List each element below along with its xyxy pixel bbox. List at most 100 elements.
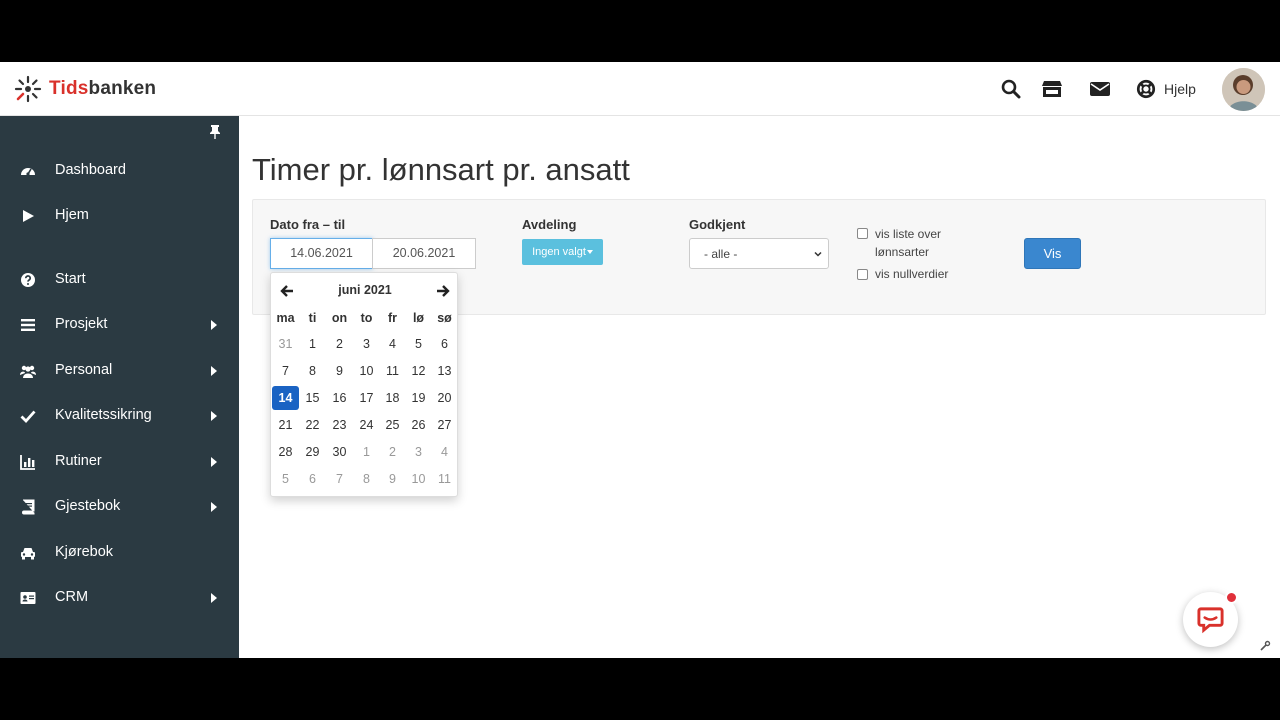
datepicker-day[interactable]: 9 <box>379 467 406 491</box>
datepicker-day[interactable]: 23 <box>326 413 353 437</box>
date-from-input[interactable]: 14.06.2021 <box>270 238 373 269</box>
vis-button[interactable]: Vis <box>1024 238 1081 269</box>
datepicker-day[interactable]: 20 <box>431 386 458 410</box>
store-icon[interactable] <box>1041 79 1063 99</box>
sidebar-item-rutiner[interactable]: Rutiner <box>0 442 239 482</box>
show-null-checkbox[interactable] <box>857 269 868 280</box>
tidsbanken-logo-icon <box>14 75 42 103</box>
datepicker-month[interactable]: juni 2021 <box>311 283 419 297</box>
sidebar-item-crm[interactable]: CRM <box>0 578 239 618</box>
datepicker-day[interactable]: 11 <box>379 359 406 383</box>
avdeling-value: Ingen valgt <box>532 246 586 258</box>
sidebar-item-gjestebok[interactable]: Gjestebok <box>0 487 239 527</box>
pin-icon[interactable] <box>208 124 222 140</box>
datepicker-day[interactable]: 24 <box>353 413 380 437</box>
top-bar: Tidsbanken Hjelp <box>0 62 1280 116</box>
check-icon <box>20 410 36 424</box>
datepicker-day[interactable]: 1 <box>299 332 326 356</box>
sidebar-item-label: Hjem <box>55 207 89 223</box>
datepicker-day[interactable]: 19 <box>405 386 432 410</box>
datepicker-day[interactable]: 27 <box>431 413 458 437</box>
datepicker-day[interactable]: 5 <box>272 467 299 491</box>
datepicker-day[interactable]: 6 <box>299 467 326 491</box>
avdeling-select-button[interactable]: Ingen valgt <box>522 239 603 265</box>
wrench-icon[interactable] <box>1259 640 1271 652</box>
users-icon <box>20 365 36 378</box>
datepicker-day[interactable]: 8 <box>353 467 380 491</box>
sidebar-item-label: Kjørebok <box>55 544 114 560</box>
sidebar-item-label: Gjestebok <box>55 498 121 514</box>
datepicker-day[interactable]: 2 <box>326 332 353 356</box>
sidebar-item-kjorebok[interactable]: Kjørebok <box>0 533 239 573</box>
car-icon <box>21 548 35 560</box>
datepicker-popup: juni 2021 ma ti on to fr lø sø 31 1 2 3 4 5 6 7 8 9 10 11 1… <box>270 272 458 497</box>
datepicker-day[interactable]: 29 <box>299 440 326 464</box>
play-icon <box>23 210 34 222</box>
question-circle-icon <box>21 273 35 287</box>
datepicker-day[interactable]: 1 <box>353 440 380 464</box>
datepicker-day[interactable]: 14 <box>272 386 299 410</box>
datepicker-day[interactable]: 4 <box>431 440 458 464</box>
datepicker-day[interactable]: 6 <box>431 332 458 356</box>
datepicker-day[interactable]: 22 <box>299 413 326 437</box>
sidebar-item-hjem[interactable]: Hjem <box>0 196 239 236</box>
sidebar-item-label: Dashboard <box>55 162 126 178</box>
datepicker-day[interactable]: 18 <box>379 386 406 410</box>
sidebar-item-prosjekt[interactable]: Prosjekt <box>0 305 239 345</box>
sidebar: Dashboard Hjem Start Prosjekt Personal K… <box>0 116 239 658</box>
datepicker-day[interactable]: 7 <box>272 359 299 383</box>
search-icon[interactable] <box>1000 79 1022 99</box>
chevron-right-icon <box>211 502 217 512</box>
datepicker-weekday: ma <box>276 311 295 325</box>
chevron-right-icon <box>211 457 217 467</box>
datepicker-day[interactable]: 2 <box>379 440 406 464</box>
datepicker-day[interactable]: 4 <box>379 332 406 356</box>
datepicker-day[interactable]: 13 <box>431 359 458 383</box>
datepicker-day[interactable]: 5 <box>405 332 432 356</box>
datepicker-day[interactable]: 10 <box>353 359 380 383</box>
datepicker-day[interactable]: 3 <box>405 440 432 464</box>
date-to-input[interactable]: 20.06.2021 <box>372 238 476 269</box>
datepicker-day[interactable]: 10 <box>405 467 432 491</box>
chevron-down-icon <box>814 251 822 257</box>
arrow-left-icon[interactable] <box>280 284 294 298</box>
datepicker-day[interactable]: 3 <box>353 332 380 356</box>
help-label[interactable]: Hjelp <box>1164 81 1196 97</box>
datepicker-day[interactable]: 7 <box>326 467 353 491</box>
logo-text: Tidsbanken <box>49 78 157 99</box>
datepicker-day[interactable]: 8 <box>299 359 326 383</box>
notification-badge <box>1225 591 1238 604</box>
datepicker-day[interactable]: 25 <box>379 413 406 437</box>
datepicker-day[interactable]: 30 <box>326 440 353 464</box>
logo[interactable]: Tidsbanken <box>14 75 156 103</box>
sidebar-item-label: Prosjekt <box>55 316 108 332</box>
avatar[interactable] <box>1222 68 1265 111</box>
sidebar-item-label: CRM <box>55 589 89 605</box>
datepicker-day[interactable]: 31 <box>272 332 299 356</box>
godkjent-select[interactable]: - alle - <box>689 238 829 269</box>
envelope-icon[interactable] <box>1089 79 1111 99</box>
datepicker-day[interactable]: 11 <box>431 467 458 491</box>
id-card-icon <box>20 592 36 604</box>
datepicker-day[interactable]: 21 <box>272 413 299 437</box>
chevron-right-icon <box>211 411 217 421</box>
datepicker-day[interactable]: 16 <box>326 386 353 410</box>
show-list-checkbox[interactable] <box>857 228 868 239</box>
sidebar-item-start[interactable]: Start <box>0 260 239 300</box>
sidebar-item-dashboard[interactable]: Dashboard <box>0 151 239 191</box>
datepicker-day[interactable]: 9 <box>326 359 353 383</box>
chevron-right-icon <box>211 366 217 376</box>
datepicker-day[interactable]: 12 <box>405 359 432 383</box>
sidebar-item-personal[interactable]: Personal <box>0 351 239 391</box>
list-icon <box>21 319 35 331</box>
lifebuoy-icon[interactable] <box>1135 79 1157 99</box>
sidebar-item-label: Start <box>55 271 86 287</box>
arrow-right-icon[interactable] <box>436 284 450 298</box>
datepicker-day[interactable]: 17 <box>353 386 380 410</box>
sidebar-item-kvalitetssikring[interactable]: Kvalitetssikring <box>0 396 239 436</box>
godkjent-value: - alle - <box>704 247 738 261</box>
datepicker-day[interactable]: 26 <box>405 413 432 437</box>
datepicker-weekday: on <box>331 311 348 325</box>
datepicker-day[interactable]: 15 <box>299 386 326 410</box>
datepicker-day[interactable]: 28 <box>272 440 299 464</box>
